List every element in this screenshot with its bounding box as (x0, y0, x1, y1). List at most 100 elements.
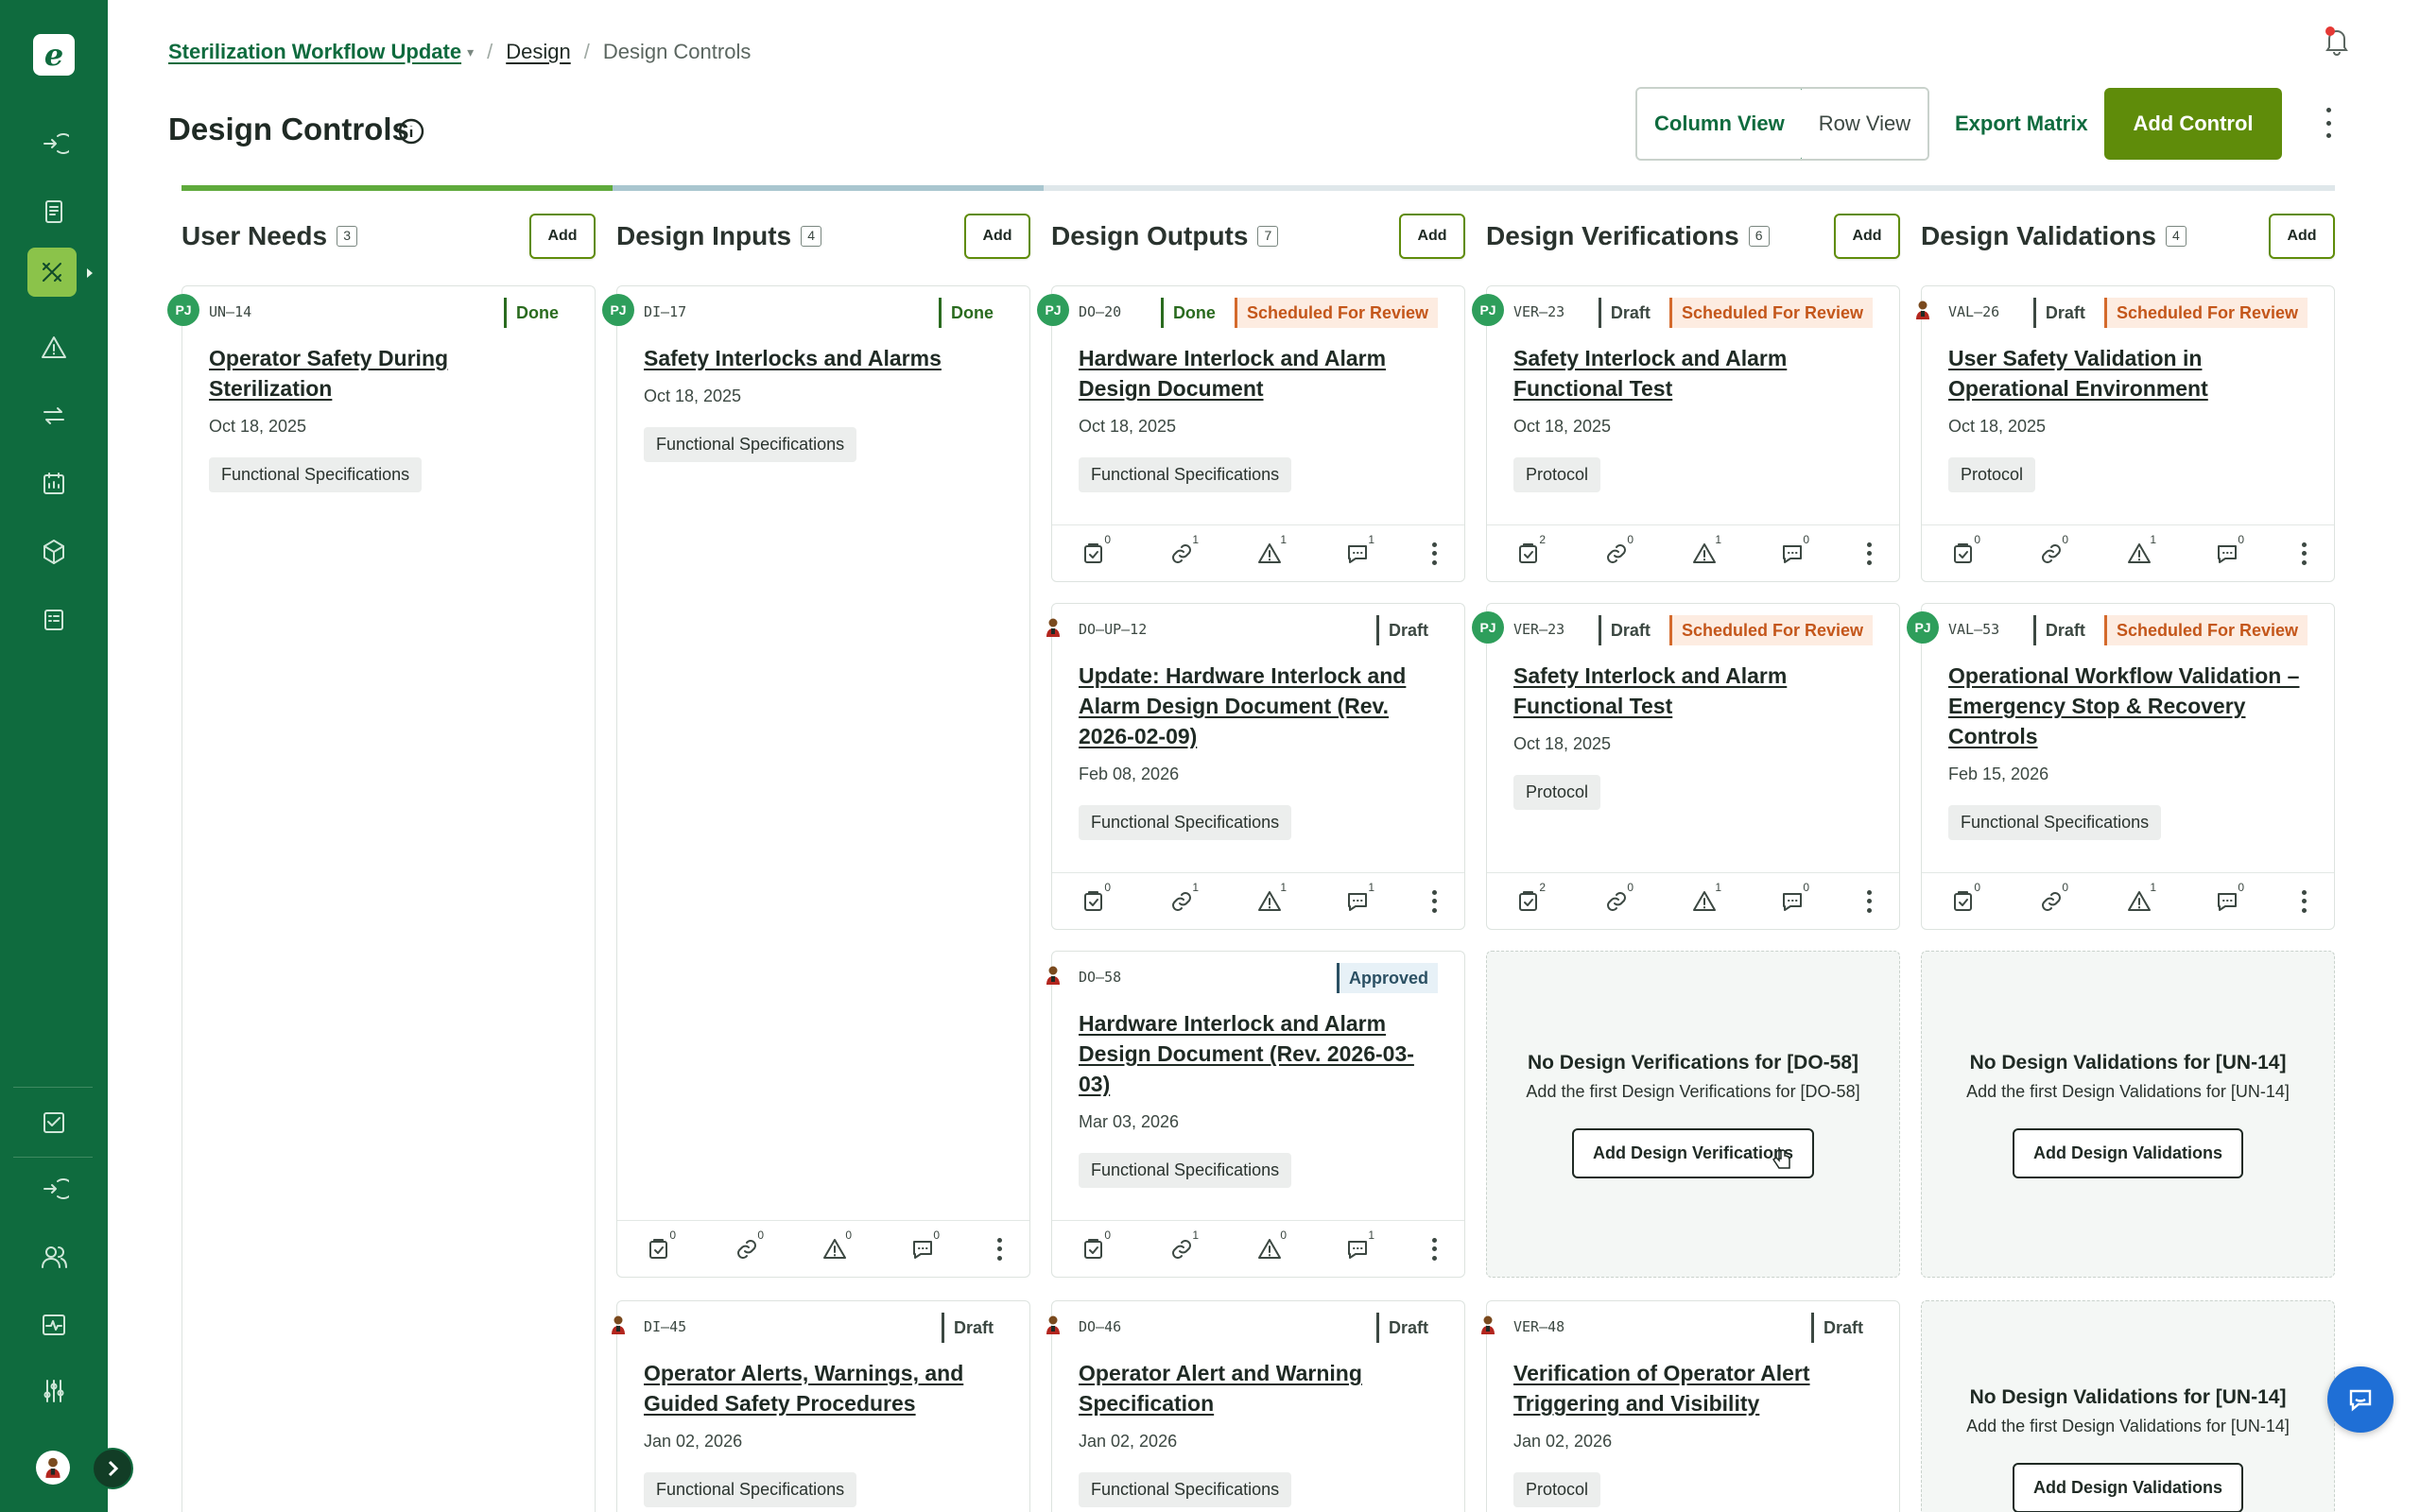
column-view-button[interactable]: Column View (1637, 89, 1804, 159)
user-avatar[interactable] (36, 1451, 70, 1485)
risks-icon[interactable]: 0 (1251, 1228, 1288, 1266)
tasks-icon[interactable]: 0 (1945, 881, 1982, 919)
control-title-link[interactable]: Safety Interlock and Alarm Functional Te… (1513, 343, 1873, 404)
control-title-link[interactable]: User Safety Validation in Operational En… (1948, 343, 2308, 404)
column-design-validations: Design Validations 4 Add (1921, 198, 2335, 274)
card-menu-icon[interactable] (2296, 887, 2311, 916)
comments-icon[interactable]: 0 (1773, 533, 1811, 571)
add-design-validations-button[interactable]: Add Design Validations (2012, 1463, 2244, 1512)
card-menu-icon[interactable] (1426, 887, 1442, 916)
nav-design-icon[interactable] (33, 123, 75, 164)
comments-icon[interactable]: 1 (1339, 533, 1376, 571)
add-design-validations-button[interactable]: Add Design Validations (2012, 1128, 2244, 1178)
nav-product-icon[interactable] (33, 531, 75, 573)
comments-icon[interactable]: 0 (2208, 881, 2246, 919)
control-title-link[interactable]: Operator Safety During Sterilization (209, 343, 568, 404)
app-logo[interactable]: e (33, 34, 75, 76)
links-icon[interactable]: 0 (2032, 881, 2070, 919)
add-control-button[interactable]: Add Control (2104, 88, 2282, 160)
risks-icon[interactable]: 1 (1251, 881, 1288, 919)
add-user-need-button[interactable]: Add (529, 214, 596, 259)
links-icon[interactable]: 0 (1598, 533, 1635, 571)
comments-icon[interactable]: 1 (1339, 881, 1376, 919)
add-design-output-button[interactable]: Add (1399, 214, 1465, 259)
links-icon[interactable]: 1 (1163, 533, 1201, 571)
control-card[interactable]: DO–58 Approved Hardware Interlock and Al… (1051, 951, 1465, 1278)
tasks-icon[interactable]: 2 (1510, 881, 1547, 919)
nav-design-controls-icon[interactable] (27, 248, 77, 297)
control-card[interactable]: PJ VER–23 Draft Scheduled For Review Safe… (1472, 603, 1900, 930)
nav-tasks-icon[interactable] (33, 1102, 75, 1143)
control-title-link[interactable]: Verification of Operator Alert Triggerin… (1513, 1358, 1873, 1418)
nav-risk-icon[interactable] (33, 327, 75, 369)
control-card[interactable]: PJ VAL–53 Draft Scheduled For Review Oper… (1907, 603, 2335, 930)
risks-icon[interactable]: 1 (2120, 881, 2158, 919)
tasks-icon[interactable]: 2 (1510, 533, 1547, 571)
comments-icon[interactable]: 1 (1339, 1228, 1376, 1266)
control-title-link[interactable]: Safety Interlocks and Alarms (644, 343, 1003, 373)
control-card[interactable]: DI–45 Draft Operator Alerts, Warnings, a… (616, 1300, 1030, 1512)
links-icon[interactable]: 0 (1598, 881, 1635, 919)
nav-records-icon[interactable] (33, 599, 75, 641)
control-title-link[interactable]: Operator Alerts, Warnings, and Guided Sa… (644, 1358, 1003, 1418)
control-card[interactable]: PJ VER–23 Draft Scheduled For Review Safe… (1472, 285, 1900, 582)
control-title-link[interactable]: Safety Interlock and Alarm Functional Te… (1513, 661, 1873, 721)
card-menu-icon[interactable] (1426, 540, 1442, 568)
export-matrix-button[interactable]: Export Matrix (1955, 112, 2088, 136)
comments-icon[interactable]: 0 (2208, 533, 2246, 571)
control-card[interactable]: PJ DI–17 Done Safety Interlocks and Alar… (602, 285, 1030, 1278)
control-card[interactable]: PJ DO–20 Done Scheduled For Review Hardwa… (1037, 285, 1465, 582)
expand-sidebar-button[interactable] (92, 1448, 133, 1489)
risks-icon[interactable]: 1 (2120, 533, 2158, 571)
risks-icon[interactable]: 1 (1685, 881, 1723, 919)
nav-users-icon[interactable] (33, 1236, 75, 1278)
tasks-icon[interactable]: 0 (640, 1228, 678, 1266)
breadcrumb-project[interactable]: Sterilization Workflow Update (168, 40, 461, 64)
control-card[interactable]: VER–48 Draft Verification of Operator Al… (1486, 1300, 1900, 1512)
nav-workflow-icon[interactable] (33, 1168, 75, 1210)
info-icon[interactable] (397, 117, 425, 146)
control-card[interactable]: VAL–26 Draft Scheduled For Review User Sa… (1921, 285, 2335, 582)
control-date: Oct 18, 2025 (1079, 417, 1177, 436)
control-title-link[interactable]: Hardware Interlock and Alarm Design Docu… (1079, 343, 1438, 404)
comments-icon[interactable]: 0 (1773, 881, 1811, 919)
nav-calendar-icon[interactable] (33, 463, 75, 505)
more-options-icon[interactable] (2314, 104, 2342, 142)
card-menu-icon[interactable] (1861, 887, 1876, 916)
nav-settings-icon[interactable] (33, 1370, 75, 1412)
control-card[interactable]: DO–UP–12 Draft Update: Hardware Interloc… (1051, 603, 1465, 930)
links-icon[interactable]: 0 (2032, 533, 2070, 571)
nav-traceability-icon[interactable] (33, 395, 75, 437)
links-icon[interactable]: 1 (1163, 1228, 1201, 1266)
tasks-icon[interactable]: 0 (1075, 533, 1113, 571)
links-icon[interactable]: 1 (1163, 881, 1201, 919)
card-menu-icon[interactable] (1861, 540, 1876, 568)
row-view-button[interactable]: Row View (1801, 89, 1928, 159)
tasks-icon[interactable]: 0 (1075, 881, 1113, 919)
control-title-link[interactable]: Operator Alert and Warning Specification (1079, 1358, 1438, 1418)
add-design-verification-button[interactable]: Add (1834, 214, 1900, 259)
control-card[interactable]: DO–46 Draft Operator Alert and Warning S… (1051, 1300, 1465, 1512)
risks-icon[interactable]: 1 (1251, 533, 1288, 571)
nav-monitor-icon[interactable] (33, 1304, 75, 1346)
card-menu-icon[interactable] (1426, 1235, 1442, 1263)
tasks-icon[interactable]: 0 (1075, 1228, 1113, 1266)
card-menu-icon[interactable] (2296, 540, 2311, 568)
chevron-down-icon[interactable]: ▾ (467, 44, 474, 60)
links-icon[interactable]: 0 (728, 1228, 766, 1266)
control-title-link[interactable]: Operational Workflow Validation – Emerge… (1948, 661, 2308, 751)
chat-support-button[interactable] (2327, 1366, 2394, 1433)
tasks-icon[interactable]: 0 (1945, 533, 1982, 571)
control-card[interactable]: PJ UN–14 Done Operator Safety During Ste… (167, 285, 596, 1512)
risks-icon[interactable]: 1 (1685, 533, 1723, 571)
avatar: PJ (167, 294, 199, 326)
risks-icon[interactable]: 0 (816, 1228, 854, 1266)
nav-documents-icon[interactable] (33, 191, 75, 232)
add-design-input-button[interactable]: Add (964, 214, 1030, 259)
comments-icon[interactable]: 0 (904, 1228, 942, 1266)
add-design-validation-button[interactable]: Add (2269, 214, 2335, 259)
card-menu-icon[interactable] (992, 1235, 1007, 1263)
control-title-link[interactable]: Update: Hardware Interlock and Alarm Des… (1079, 661, 1438, 751)
control-title-link[interactable]: Hardware Interlock and Alarm Design Docu… (1079, 1008, 1438, 1099)
breadcrumb-section[interactable]: Design (506, 40, 570, 64)
